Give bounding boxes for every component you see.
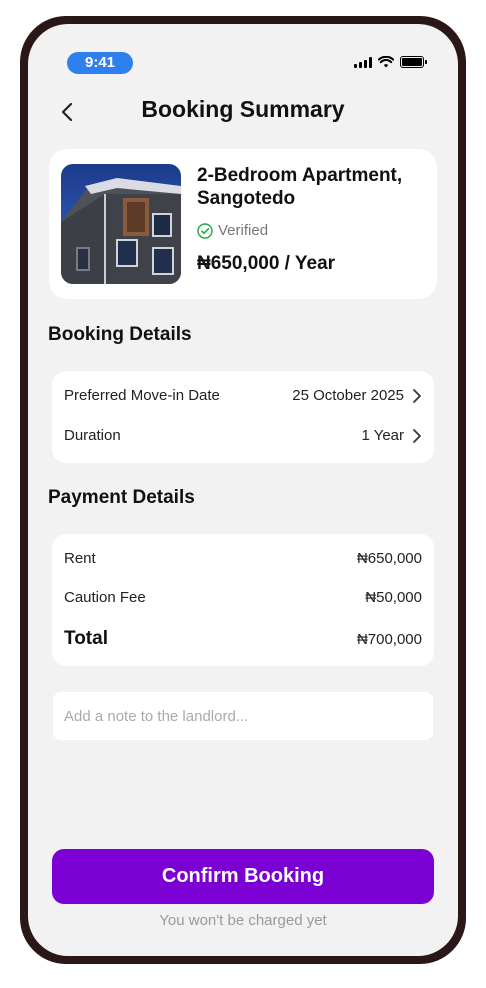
screen: 9:41 Booking Summary 2-Bedroom Apartment… xyxy=(28,24,458,956)
move-in-date-value: 25 October 2025 xyxy=(292,387,404,404)
verified-badge: Verified xyxy=(197,222,268,239)
phone-frame: 9:41 Booking Summary 2-Bedroom Apartment… xyxy=(20,16,466,964)
duration-row[interactable]: Duration 1 Year xyxy=(64,427,422,444)
listing-photo xyxy=(61,164,181,284)
payment-details-title: Payment Details xyxy=(48,487,195,508)
listing-price: ₦650,000 / Year xyxy=(197,253,336,274)
duration-label: Duration xyxy=(64,427,121,444)
charge-notice: You won't be charged yet xyxy=(159,912,327,929)
rent-value: ₦650,000 xyxy=(356,550,422,567)
chevron-right-icon xyxy=(413,428,421,443)
move-in-date-row[interactable]: Preferred Move-in Date 25 October 2025 xyxy=(64,387,422,404)
total-value: ₦700,000 xyxy=(356,630,422,648)
listing-card[interactable]: 2-Bedroom Apartment, Sangotedo Verified … xyxy=(49,149,437,299)
status-icons xyxy=(354,56,427,68)
landlord-note-input[interactable] xyxy=(53,692,433,740)
payment-details-card: Rent ₦650,000 Caution Fee ₦50,000 Total … xyxy=(52,534,434,666)
rent-row: Rent ₦650,000 xyxy=(64,550,422,567)
chevron-right-icon xyxy=(413,388,421,403)
total-row: Total ₦700,000 xyxy=(64,628,422,650)
battery-icon xyxy=(400,56,427,68)
verified-check-icon xyxy=(197,222,213,239)
total-label: Total xyxy=(64,628,108,649)
cellular-signal-icon xyxy=(354,56,372,68)
caution-fee-label: Caution Fee xyxy=(64,589,146,606)
verified-label: Verified xyxy=(218,222,269,239)
booking-details-title: Booking Details xyxy=(48,324,192,345)
move-in-date-label: Preferred Move-in Date xyxy=(64,387,220,404)
caution-fee-value: ₦50,000 xyxy=(365,589,422,606)
duration-value: 1 Year xyxy=(361,427,404,444)
page-title: Booking Summary xyxy=(141,96,345,122)
caution-fee-row: Caution Fee ₦50,000 xyxy=(64,589,422,606)
booking-details-card: Preferred Move-in Date 25 October 2025 D… xyxy=(52,371,434,463)
listing-title: 2-Bedroom Apartment, Sangotedo xyxy=(197,165,403,209)
confirm-booking-button[interactable]: Confirm Booking xyxy=(52,849,434,904)
rent-label: Rent xyxy=(64,550,96,567)
wifi-icon xyxy=(378,56,394,68)
status-time: 9:41 xyxy=(67,52,133,74)
